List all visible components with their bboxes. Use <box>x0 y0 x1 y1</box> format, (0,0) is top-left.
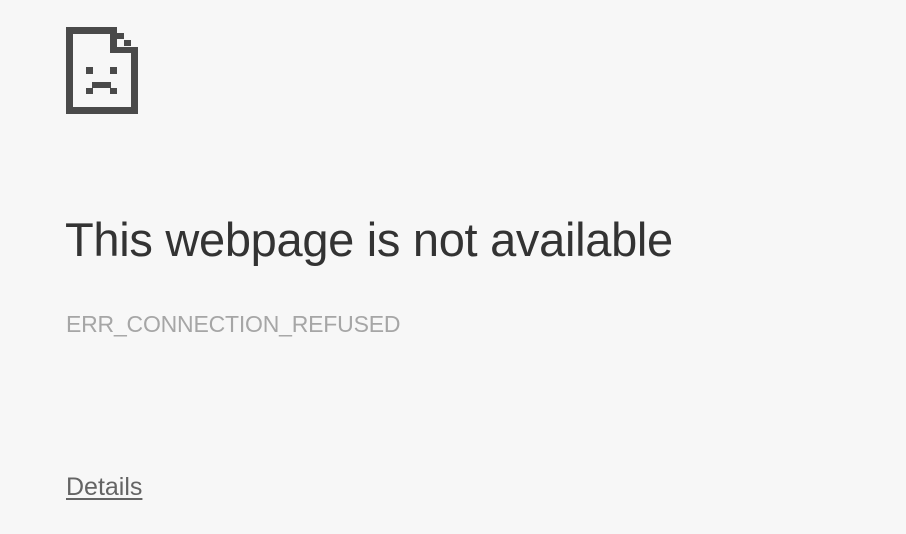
error-page: This webpage is not available ERR_CONNEC… <box>0 0 906 534</box>
page-title: This webpage is not available <box>65 213 673 266</box>
error-code: ERR_CONNECTION_REFUSED <box>66 311 401 337</box>
details-button[interactable]: Details <box>66 472 142 502</box>
sad-page-icon <box>66 27 138 114</box>
